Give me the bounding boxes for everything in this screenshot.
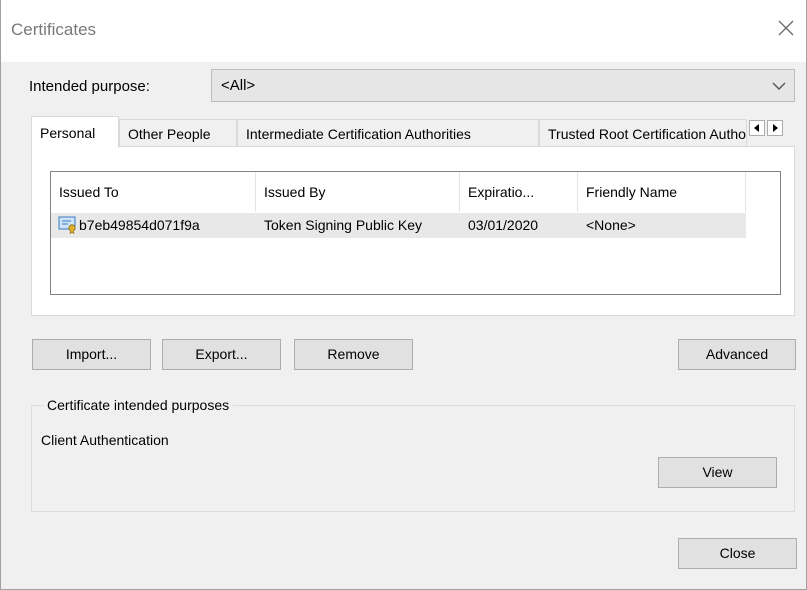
intended-purpose-value: <All> — [221, 77, 256, 94]
tab-panel-personal: Issued To Issued By Expiratio... Friendl… — [31, 146, 795, 316]
chevron-down-icon — [772, 82, 786, 90]
certificate-purposes-legend: Certificate intended purposes — [43, 397, 234, 413]
table-row[interactable]: b7eb49854d071f9a Token Signing Public Ke… — [51, 213, 746, 238]
view-button[interactable]: View — [658, 457, 777, 488]
import-button[interactable]: Import... — [32, 339, 151, 370]
close-icon[interactable] — [774, 16, 798, 40]
scroll-right-icon[interactable] — [767, 120, 783, 136]
cell-friendly-name: <None> — [586, 217, 636, 233]
dialog-title: Certificates — [11, 20, 97, 39]
certificate-icon — [58, 216, 76, 234]
cell-issued-by: Token Signing Public Key — [264, 217, 422, 233]
export-button[interactable]: Export... — [162, 339, 281, 370]
advanced-button[interactable]: Advanced — [678, 339, 796, 370]
column-header-friendly-name[interactable]: Friendly Name — [578, 172, 746, 212]
intended-purpose-label: Intended purpose: — [29, 78, 150, 95]
tab-personal[interactable]: Personal — [31, 116, 119, 148]
title-bar: Certificates — [1, 0, 806, 62]
tab-strip: Personal Other People Intermediate Certi… — [31, 116, 796, 148]
column-header-expiration[interactable]: Expiratio... — [460, 172, 578, 212]
scroll-left-icon[interactable] — [749, 120, 765, 136]
certificate-list[interactable]: Issued To Issued By Expiratio... Friendl… — [50, 171, 781, 295]
tab-intermediate-ca[interactable]: Intermediate Certification Authorities — [237, 119, 539, 147]
tab-other-people[interactable]: Other People — [119, 119, 237, 147]
close-button[interactable]: Close — [678, 538, 797, 569]
remove-button[interactable]: Remove — [294, 339, 413, 370]
intended-purpose-dropdown[interactable]: <All> — [211, 69, 795, 102]
cell-expiration: 03/01/2020 — [468, 217, 539, 233]
column-header-issued-by[interactable]: Issued By — [256, 172, 460, 212]
cell-issued-to: b7eb49854d071f9a — [79, 217, 200, 233]
tab-trusted-root-ca[interactable]: Trusted Root Certification Authorities — [539, 119, 747, 147]
column-header-issued-to[interactable]: Issued To — [51, 172, 256, 212]
certificate-purposes-text: Client Authentication — [41, 432, 169, 448]
certificates-dialog: Certificates Intended purpose: <All> Per… — [0, 0, 807, 590]
